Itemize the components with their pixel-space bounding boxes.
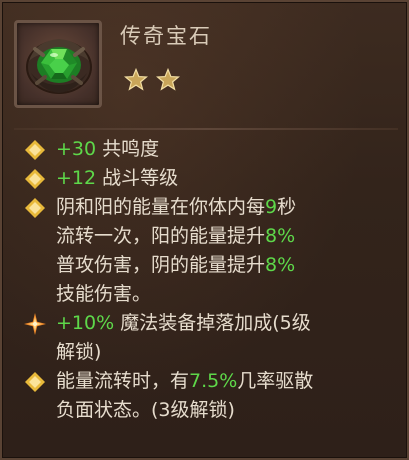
attribute-line: 阴和阳的能量在你体内每9秒 (56, 193, 396, 222)
gold-diamond-bullet-icon (25, 140, 45, 160)
attribute-value: 9 (265, 196, 278, 218)
attribute-line: 普攻伤害，阴的能量提升8% (56, 251, 396, 280)
attribute-line: +10% 魔法装备掉落加成(5级 (56, 309, 396, 338)
gold-diamond-bullet-icon (25, 169, 45, 189)
attribute-value: 8% (265, 254, 296, 276)
attribute-text: 阴和阳的能量在你体内每 (56, 196, 266, 218)
attribute-label: 战斗等级 (96, 167, 179, 189)
divider (14, 128, 398, 130)
attribute-text: 几率驱散 (237, 370, 314, 392)
item-icon-frame (14, 20, 102, 108)
attribute-text: 能量流转时，有 (56, 370, 190, 392)
green-gem-icon (26, 39, 92, 94)
gold-diamond-bullet-icon (25, 372, 45, 392)
attribute-label: 魔法装备掉落加成(5级 (114, 312, 311, 334)
attribute-value: +30 (56, 138, 97, 160)
attribute-text: 普攻伤害，阴的能量提升 (56, 254, 266, 276)
attribute-value: +10% (56, 312, 115, 334)
attribute-line: 能量流转时，有7.5%几率驱散 (56, 367, 396, 396)
attribute-line: +12 战斗等级 (56, 164, 396, 193)
attribute-label: 共鸣度 (96, 138, 160, 160)
attribute-line: +30 共鸣度 (56, 135, 396, 164)
item-title: 传奇宝石 (120, 24, 212, 48)
attribute-value: 8% (265, 225, 296, 247)
attribute-line: 负面状态。(3级解锁) (56, 399, 235, 421)
star-icon (156, 68, 180, 91)
star-icon (124, 68, 148, 91)
attribute-text: 流转一次，阳的能量提升 (56, 225, 266, 247)
item-tooltip-panel: 传奇宝石 +30 共鸣度 +12 战斗等级 阴和阳的能量在你体内每9秒 流转一次… (0, 0, 409, 460)
attribute-item: 能量流转时，有7.5%几率驱散 负面状态。(3级解锁) (24, 367, 396, 425)
attribute-line: 解锁) (56, 341, 102, 363)
star-rating (124, 68, 180, 92)
attribute-list: +30 共鸣度 +12 战斗等级 阴和阳的能量在你体内每9秒 流转一次，阳的能量… (24, 135, 396, 425)
attribute-line: 流转一次，阳的能量提升8% (56, 222, 396, 251)
orange-sparkle-bullet-icon (24, 313, 46, 335)
attribute-value: 7.5% (189, 370, 238, 392)
attribute-item: +12 战斗等级 (24, 164, 396, 193)
attribute-item: 阴和阳的能量在你体内每9秒 流转一次，阳的能量提升8% 普攻伤害，阴的能量提升8… (24, 193, 396, 309)
attribute-item: +10% 魔法装备掉落加成(5级 解锁) (24, 309, 396, 367)
attribute-item: +30 共鸣度 (24, 135, 396, 164)
attribute-value: +12 (56, 167, 97, 189)
attribute-line: 技能伤害。 (56, 283, 152, 305)
gold-diamond-bullet-icon (25, 198, 45, 218)
attribute-text: 秒 (277, 196, 297, 218)
